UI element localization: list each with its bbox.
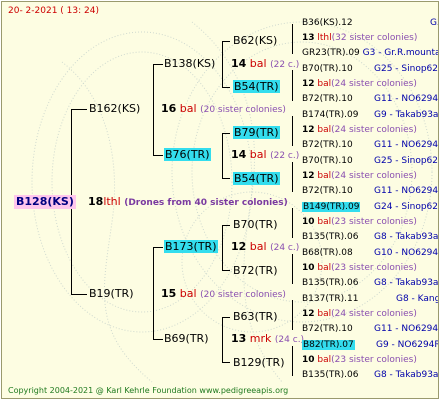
parent-node[interactable]: B162(KS) [89, 102, 140, 116]
connector-line [153, 64, 163, 65]
colonies-row: 10 bal(23 sister colonies) [302, 217, 417, 227]
connector-line [292, 254, 293, 284]
lineage-row: B135(TR).06 G8 - Takab93aR [302, 278, 439, 288]
connector-line [222, 362, 230, 363]
connector-line [292, 300, 293, 330]
lineage-row: B135(TR).06 G8 - Takab93aR [302, 370, 439, 380]
connector-line [222, 133, 230, 134]
connector-line [153, 155, 163, 156]
connector-line [222, 225, 230, 226]
colonies-row: 10 bal(23 sister colonies) [302, 263, 417, 273]
lineage-row: B149(TR).09 G24 - Sinop62R [302, 202, 439, 212]
connector-line [292, 346, 293, 376]
grandparent-node[interactable]: B76(TR) [164, 148, 211, 162]
pedigree-chart: 20- 2-2021 ( 13: 24) B128(KS) 18lthl (Dr… [1, 1, 439, 399]
lineage-row: B137(TR).11G8 - Kangaroo98R [302, 294, 438, 304]
ancestor-node[interactable]: B62(KS) [233, 34, 277, 48]
connector-line [153, 339, 163, 340]
ancestor-node[interactable]: B79(TR) [233, 126, 280, 140]
connector-line [222, 225, 223, 271]
connector-line [71, 294, 87, 295]
colonies-row: 12 bal(24 sister colonies) [302, 309, 417, 319]
ancestor-node[interactable]: B63(TR) [233, 310, 278, 324]
grandparent-node[interactable]: B69(TR) [164, 332, 209, 346]
connector-line [292, 24, 293, 54]
lineage-row: B135(TR).06 G8 - Takab93aR [302, 232, 439, 242]
ancestor-node[interactable]: B129(TR) [233, 356, 285, 370]
lineage-row: B72(TR).10 G11 - NO6294R [302, 324, 439, 334]
connector-line [153, 64, 154, 156]
lineage-row: B68(TR).08 G10 - NO6294R [302, 248, 439, 258]
connector-line [222, 87, 230, 88]
connector-line [222, 270, 230, 271]
grandparent-colonies-row: 13 mrk (24 c.) [231, 332, 305, 345]
ancestor-node[interactable]: B70(TR) [233, 218, 278, 232]
ancestor-node[interactable]: B54(TR) [233, 172, 280, 186]
root-queen[interactable]: B128(KS) [14, 195, 76, 209]
connector-line [222, 133, 223, 179]
lineage-row: B70(TR).10 G25 - Sinop62R [302, 156, 439, 166]
grandparent-node[interactable]: B138(KS) [164, 57, 215, 71]
ancestor-node[interactable]: B54(TR) [233, 80, 280, 94]
connector-line [292, 208, 293, 238]
colonies-row: 12 bal(24 sister colonies) [302, 171, 417, 181]
grandparent-colonies-row: 14 bal (22 c.) [231, 148, 300, 161]
colonies-row: 13 lthl(32 sister colonies) [302, 33, 418, 43]
parent-node[interactable]: B19(TR) [89, 287, 134, 301]
colonies-row: 12 bal(24 sister colonies) [302, 79, 417, 89]
connector-line [153, 247, 163, 248]
lineage-row: B36(KS).12G5 - B37(KS) [302, 18, 438, 28]
grandparent-colonies-row: 14 bal (22 c.) [231, 57, 300, 70]
lineage-row: B72(TR).10 G11 - NO6294R [302, 186, 439, 196]
grandparent-node[interactable]: B173(TR) [164, 240, 218, 254]
lineage-row: B70(TR).10 G25 - Sinop62R [302, 64, 439, 74]
grandparent-colonies-row: 12 bal (24 c.) [231, 240, 300, 253]
connector-line [222, 41, 230, 42]
connector-line [292, 116, 293, 146]
parent-colonies-row: 16 bal (20 sister colonies) [161, 102, 286, 115]
copyright-footer: Copyright 2004-2021 @ Karl Kehrle Founda… [8, 386, 289, 395]
parent-colonies-row: 15 bal (20 sister colonies) [161, 287, 286, 300]
lineage-row: B82(TR).07 G9 - NO6294R [302, 340, 439, 350]
connector-line [222, 178, 230, 179]
connector-line [153, 247, 154, 340]
connector-line [222, 41, 223, 88]
connector-line [292, 70, 293, 101]
lineage-row: GR23(TR).09 G3 - Gr.R.mounta [302, 48, 439, 58]
root-colonies-row: 18lthl (Drones from 40 sister colonies) [88, 195, 288, 208]
colonies-row: 10 bal(23 sister colonies) [302, 355, 417, 365]
connector-line [222, 317, 230, 318]
ancestor-node[interactable]: B72(TR) [233, 264, 278, 278]
connector-line [292, 162, 293, 192]
connector-line [71, 109, 87, 110]
lineage-row: B72(TR).10 G11 - NO6294R [302, 94, 439, 104]
lineage-row: B174(TR).09 G9 - Takab93aR [302, 110, 439, 120]
connector-line [222, 317, 223, 363]
date-label: 20- 2-2021 ( 13: 24) [8, 6, 99, 16]
colonies-row: 12 bal(24 sister colonies) [302, 125, 417, 135]
lineage-row: B72(TR).10 G11 - NO6294R [302, 140, 439, 150]
